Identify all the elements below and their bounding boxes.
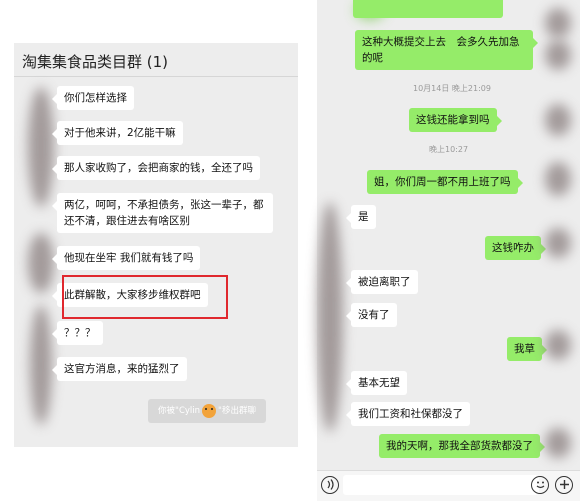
message-bubble: 这种大概提交上去 会多久先加急的呢 [355,30,538,70]
blurred-avatar [545,162,571,196]
message-bubble: 他现在坐牢 我们就有钱了吗 [51,246,201,270]
blurred-avatar [545,8,571,38]
group-title: 淘集集食品类目群 (1) [22,53,169,71]
message-bubble: 是 [346,205,376,229]
voice-icon[interactable] [321,476,339,494]
input-bar [317,470,580,501]
message-bubble: 姐，你们周一都不用上班了吗 [367,170,522,194]
emoji-icon[interactable] [531,476,549,494]
plus-icon[interactable] [555,476,573,494]
blurred-avatar [28,233,54,293]
tiger-emoji-icon [202,403,217,418]
title-divider [14,76,298,77]
message-bubble: 这钱还能拿到吗 [409,108,501,132]
message-bubble: 你们怎样选择 [52,86,134,110]
system-message-prefix: 你被"Cylin [158,406,201,416]
blurred-avatar [545,40,571,70]
message-bubble: 两亿，呵呵，不承担债务，张这一辈子，都还不清，跟住进去有啥区别 [52,193,273,233]
system-message: 你被"Cylin "移出群聊 [148,399,266,423]
message-bubble: 这官方消息，来的猛烈了 [52,357,187,381]
blurred-avatar [545,330,571,360]
group-chat-panel: 淘集集食品类目群 (1) 你们怎样选择 对于他来讲，2亿能干嘛 那人家收购了，会… [14,43,298,447]
message-bubble: 那人家收购了，会把商家的钱，全还了吗 [52,156,260,180]
blurred-avatar [545,428,571,458]
private-chat-panel: 这种大概提交上去 会多久先加急的呢 10月14日 晚上21:09 这钱还能拿到吗… [317,0,580,501]
message-bubble: 被迫离职了 [346,270,418,294]
blurred-avatar-column [317,202,343,432]
blurred-avatar [28,87,54,207]
message-bubble: 我们工资和社保都没了 [346,402,470,426]
message-bubble: 基本无望 [346,371,407,395]
message-bubble-cropped [353,0,503,18]
message-bubble: 我草 [507,337,547,361]
message-bubble: 我的天啊，那我全部货款都没了 [379,434,545,458]
message-bubble: 这钱咋办 [485,236,546,260]
timestamp: 晚上10:27 [429,145,469,154]
message-input[interactable] [343,475,539,495]
blurred-avatar [30,305,52,425]
blurred-avatar [545,104,571,136]
message-bubble: 对于他来讲，2亿能干嘛 [52,121,183,145]
blurred-avatar [545,228,571,258]
timestamp: 10月14日 晚上21:09 [413,84,491,93]
message-bubble: ？？？ [52,321,103,345]
red-highlight-box [62,275,228,319]
message-bubble: 没有了 [346,303,397,327]
system-message-suffix: "移出群聊 [218,406,256,416]
